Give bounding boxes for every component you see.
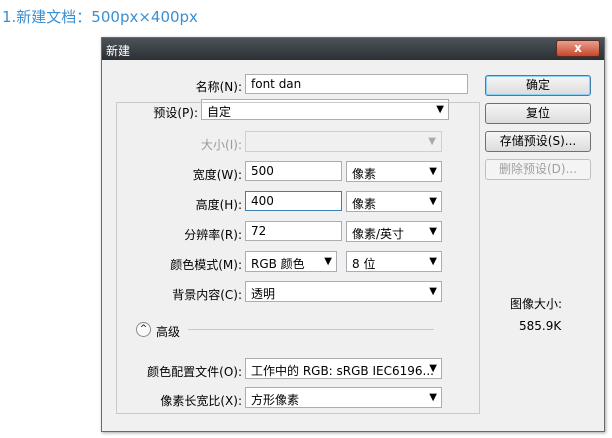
- color-mode-select[interactable]: RGB 颜色 ▼: [245, 251, 337, 272]
- chevron-down-icon: ▼: [429, 286, 437, 297]
- color-profile-select[interactable]: 工作中的 RGB: sRGB IEC6196... ▼: [245, 358, 442, 379]
- height-unit-select[interactable]: 像素 ▼: [346, 191, 442, 212]
- chevron-down-icon: ▼: [324, 256, 332, 267]
- chevron-down-icon: ▼: [429, 256, 437, 267]
- advanced-toggle[interactable]: ^: [136, 322, 151, 337]
- width-unit-select[interactable]: 像素 ▼: [346, 161, 442, 182]
- resolution-unit-select[interactable]: 像素/英寸 ▼: [346, 221, 442, 242]
- resolution-unit-value: 像素/英寸: [352, 227, 405, 241]
- chevron-down-icon: ▼: [429, 392, 437, 403]
- color-mode-label: 颜色模式(M):: [170, 258, 242, 272]
- chevron-down-icon: ▼: [429, 226, 437, 237]
- window-title: 新建: [106, 44, 131, 58]
- advanced-label: 高级: [156, 325, 181, 339]
- ok-button[interactable]: 确定: [485, 75, 591, 96]
- bit-depth-value: 8 位: [352, 257, 376, 271]
- bit-depth-select[interactable]: 8 位 ▼: [346, 251, 442, 272]
- color-profile-value: 工作中的 RGB: sRGB IEC6196...: [251, 364, 434, 378]
- chevron-down-icon: ▼: [429, 196, 437, 207]
- reset-button[interactable]: 复位: [485, 103, 591, 124]
- width-field[interactable]: 500: [245, 161, 342, 181]
- page-caption: 1.新建文档：500px×400px: [2, 8, 198, 26]
- background-select[interactable]: 透明 ▼: [245, 281, 442, 302]
- height-field[interactable]: 400: [245, 191, 342, 211]
- chevron-down-icon: ▼: [429, 166, 437, 177]
- size-select: ▼: [245, 131, 442, 152]
- name-field[interactable]: font dan: [245, 74, 468, 94]
- chevron-down-icon: ▼: [429, 363, 437, 374]
- pixel-aspect-value: 方形像素: [251, 393, 300, 407]
- save-preset-button[interactable]: 存储预设(S)...: [485, 131, 591, 152]
- title-bar[interactable]: 新建 x: [102, 38, 604, 60]
- close-icon: x: [574, 41, 582, 55]
- name-label: 名称(N):: [195, 80, 242, 94]
- color-mode-value: RGB 颜色: [251, 257, 305, 271]
- chevron-down-icon: ▼: [428, 136, 436, 147]
- background-value: 透明: [251, 287, 276, 301]
- advanced-divider: [188, 329, 434, 330]
- close-button[interactable]: x: [556, 40, 600, 57]
- image-size-value: 585.9K: [519, 319, 562, 333]
- size-label: 大小(I):: [201, 138, 242, 152]
- resolution-field[interactable]: 72: [245, 221, 342, 241]
- height-unit-value: 像素: [352, 197, 377, 211]
- chevron-up-icon: ^: [139, 324, 148, 334]
- background-label: 背景内容(C):: [172, 288, 242, 302]
- height-label: 高度(H):: [195, 198, 242, 212]
- pixel-aspect-label: 像素长宽比(X):: [160, 394, 242, 408]
- width-label: 宽度(W):: [192, 168, 242, 182]
- width-unit-value: 像素: [352, 167, 377, 181]
- color-profile-label: 颜色配置文件(O):: [147, 365, 242, 379]
- delete-preset-button: 删除预设(D)...: [485, 159, 591, 180]
- pixel-aspect-select[interactable]: 方形像素 ▼: [245, 387, 442, 408]
- image-size-label: 图像大小:: [510, 297, 563, 311]
- resolution-label: 分辨率(R):: [184, 228, 242, 242]
- new-document-dialog: 新建 x 名称(N): font dan 预设(P): 自定 ▼ 大小(I): …: [101, 37, 605, 432]
